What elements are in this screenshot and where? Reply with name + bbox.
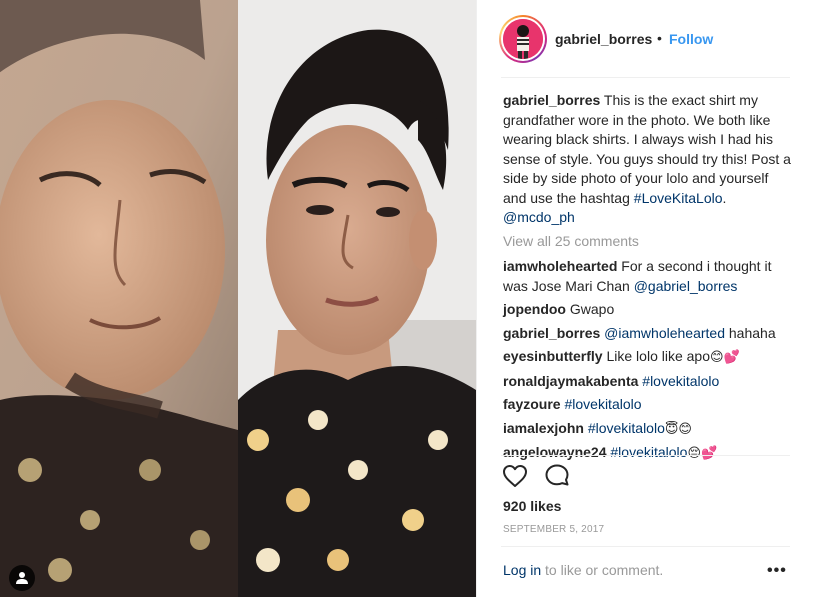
- comment-text: Like lolo like apo: [606, 348, 710, 364]
- comment-item: iamalexjohn #lovekitalolo😇😊: [503, 419, 793, 440]
- photo-grandson: [238, 0, 476, 597]
- post-photo[interactable]: [0, 0, 476, 597]
- comment-username[interactable]: jopendoo: [503, 301, 566, 317]
- comment-icon: [545, 464, 569, 486]
- header-divider: [501, 77, 790, 78]
- login-prompt: Log in to like or comment.: [503, 562, 663, 578]
- avatar[interactable]: [501, 17, 545, 61]
- comment-emoji: 😔💕: [687, 446, 718, 461]
- comment-hashtag[interactable]: #lovekitalolo: [564, 396, 641, 412]
- comment-username[interactable]: eyesinbutterfly: [503, 348, 603, 364]
- comment-emoji: 😊💕: [710, 350, 740, 365]
- comment-item: gabriel_borres @iamwholehearted hahaha: [503, 324, 793, 344]
- post-side-panel: gabriel_borres • Follow gabriel_borres T…: [476, 0, 813, 597]
- comment-username[interactable]: angelowayne24: [503, 444, 607, 460]
- comment-username[interactable]: ronaldjaymakabenta: [503, 373, 638, 389]
- avatar-person-icon: [503, 19, 543, 59]
- follow-button[interactable]: Follow: [669, 31, 713, 47]
- header-username[interactable]: gabriel_borres: [555, 31, 652, 47]
- caption-after-hashtag: .: [722, 189, 727, 206]
- footer-divider: [501, 546, 790, 547]
- header-separator-dot: •: [657, 30, 662, 46]
- caption-username[interactable]: gabriel_borres: [503, 92, 600, 108]
- grandfather-illustration: [0, 0, 238, 597]
- comment-text: hahaha: [725, 324, 776, 341]
- comment-item: fayzoure #lovekitalolo: [503, 395, 793, 415]
- avatar-story-ring[interactable]: [499, 15, 547, 63]
- comment-username[interactable]: gabriel_borres: [503, 325, 600, 341]
- like-button[interactable]: [501, 462, 529, 490]
- comment-item: iamwholehearted For a second i thought i…: [503, 257, 793, 296]
- comment-item: angelowayne24 #lovekitalolo😔💕: [503, 443, 793, 464]
- caption-text: This is the exact shirt my grandfather w…: [503, 92, 791, 206]
- comment-item: jopendoo Gwapo: [503, 300, 793, 320]
- comment-hashtag[interactable]: #lovekitalolo: [610, 444, 687, 460]
- comment-username[interactable]: iamalexjohn: [503, 420, 584, 436]
- heart-icon: [503, 465, 527, 487]
- instagram-post: gabriel_borres • Follow gabriel_borres T…: [0, 0, 813, 597]
- likes-count[interactable]: 920 likes: [503, 498, 561, 514]
- person-icon: [16, 572, 28, 584]
- login-link[interactable]: Log in: [503, 562, 541, 578]
- caption-hashtag[interactable]: #LoveKitaLolo: [634, 190, 723, 206]
- comment-hashtag[interactable]: #lovekitalolo: [642, 373, 719, 389]
- comment-mention[interactable]: @iamwholehearted: [604, 325, 725, 341]
- caption-mention[interactable]: @mcdo_ph: [503, 209, 575, 225]
- grandson-illustration: [238, 0, 476, 597]
- comment-item: eyesinbutterfly Like lolo like apo😊💕: [503, 347, 793, 368]
- comment-item: ronaldjaymakabenta #lovekitalolo: [503, 372, 793, 392]
- comment-username[interactable]: iamwholehearted: [503, 258, 617, 274]
- view-all-comments-link[interactable]: View all 25 comments: [503, 232, 793, 252]
- comment-button[interactable]: [543, 462, 571, 490]
- comment-mention[interactable]: @gabriel_borres: [634, 278, 738, 294]
- actions-divider: [501, 455, 790, 456]
- comment-emoji: 😇😊: [664, 421, 692, 437]
- post-actions: [501, 462, 571, 492]
- photo-grandfather: [0, 0, 238, 597]
- comment-username[interactable]: fayzoure: [503, 396, 561, 412]
- comment-text: Gwapo: [569, 301, 615, 317]
- login-prompt-text: to like or comment.: [541, 562, 664, 578]
- post-header: gabriel_borres • Follow: [477, 0, 813, 77]
- tagged-users-button[interactable]: [9, 565, 35, 591]
- avatar-image: [503, 19, 543, 59]
- post-caption: gabriel_borres This is the exact shirt m…: [503, 91, 793, 228]
- post-date[interactable]: SEPTEMBER 5, 2017: [503, 524, 604, 535]
- more-options-button[interactable]: •••: [767, 562, 787, 580]
- comments-list: gabriel_borres This is the exact shirt m…: [503, 91, 793, 468]
- comment-hashtag[interactable]: #lovekitalolo: [588, 420, 665, 436]
